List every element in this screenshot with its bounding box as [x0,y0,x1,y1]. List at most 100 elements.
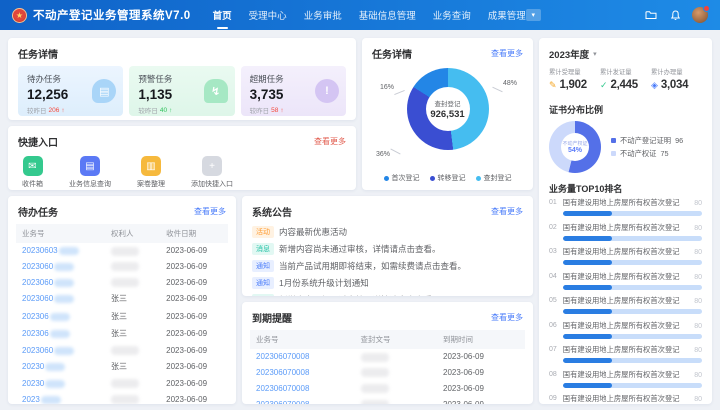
nav-item[interactable]: 业务查询 [433,8,471,22]
top10-label: 国有建设用地上房屋所有权首次登记 [563,394,680,404]
business-no-link[interactable]: 202306070008 [256,352,309,361]
quick-entry-item[interactable]: ✉ 收件箱 [22,156,43,189]
table-row: 2023060 张三 2023-06-09 [16,290,228,307]
announcement-text: 新增内容尚未通过审核，详情请点击查看。 [279,243,441,255]
donut-center-label: 不动产权证 [562,140,587,147]
rank-number: 02 [549,223,557,241]
nav-item[interactable]: 基础信息管理 [359,8,416,22]
business-no-link[interactable]: 202306070008 [256,400,309,404]
stat-subtext: 较昨日 40 ↑ [138,105,225,115]
pct-label-16: 16% [380,84,394,91]
announcement-item[interactable]: 通知 1月份系统升级计划通知 [242,274,533,291]
business-no-link[interactable]: 202306 [22,329,49,338]
legend-label: 转移登记 [438,173,466,183]
cert-donut: 不动产权证 54% [549,121,601,173]
legend-label: 不动产登记证明 [620,136,671,146]
business-no-link[interactable]: 202306 [22,312,49,321]
table-row: 202306070008 2023-06-09 [250,365,525,381]
emblem-logo-icon: ★ [12,8,27,23]
owner-cell [111,278,139,287]
business-no-link[interactable]: 20230 [22,379,44,388]
announcement-item[interactable]: 消息 新增内容已经通过审核，详情请点击查看。 [242,291,533,296]
announcement-tag: 消息 [252,294,274,296]
quick-entry-item[interactable]: ▥ 案卷整理 [137,156,165,189]
cert-distribution-title: 证书分布比例 [539,98,712,119]
stat-card[interactable]: 待办任务 12,256 较昨日 206 ↑ ▤ [18,66,123,116]
progress-bar-fill [563,211,612,216]
announcement-tag: 通知 [252,277,274,289]
user-avatar[interactable] [692,7,708,23]
owner-cell: 张三 [111,293,127,304]
business-no-link[interactable]: 20230603 [22,246,58,255]
top10-value: 80 [694,396,702,403]
col-header-date: 收件日期 [160,224,228,243]
business-no-link[interactable]: 2023060 [22,278,53,287]
top10-label: 国有建设用地上房屋所有权首次登记 [563,370,680,380]
top-navbar: ★ 不动产登记业务管理系统V7.0 首页受理中心业务审批基础信息管理业务查询成果… [0,0,720,30]
year-selector[interactable]: 2023年度 ▾ [539,38,712,65]
business-no-link[interactable]: 20230 [22,362,44,371]
col-header-biz-no: 业务号 [16,224,105,243]
donut-chart: 查封登记 926,531 48% 16% 36% [362,68,533,166]
legend-dot [384,176,389,181]
nav-item[interactable]: 业务审批 [304,8,342,22]
nav-item[interactable]: 首页 [213,8,232,22]
announcement-text: 1月份系统升级计划通知 [279,277,369,289]
top10-value: 80 [694,347,702,354]
announcement-tag: 消息 [252,243,274,255]
table-row: 20230 张三 2023-06-09 [16,358,228,375]
progress-bar-fill [563,358,612,363]
business-no-link[interactable]: 2023060 [22,294,53,303]
top10-item: 01 国有建设用地上房屋所有权首次登记 80 [539,198,712,216]
announcement-item[interactable]: 活动 内容最新优惠活动 [242,224,533,241]
quick-entry-item[interactable]: + 添加快捷入口 [191,156,233,189]
announcement-list: 活动 内容最新优惠活动 消息 新增内容尚未通过审核，详情请点击查看。 通知 当前… [242,224,533,296]
stat-subtext: 较昨日 58 ↑ [250,105,337,115]
legend-dot [611,138,616,143]
owner-cell [111,247,139,256]
rank-number: 01 [549,198,557,216]
system-announcements-panel: 系统公告 查看更多 活动 内容最新优惠活动 消息 新增内容尚未通过审核，详情请点… [242,196,533,296]
view-more-link[interactable]: 查看更多 [314,136,346,147]
view-more-link[interactable]: 查看更多 [491,312,523,323]
quick-entry-label: 业务信息查询 [69,179,111,189]
stat-card[interactable]: 超期任务 3,735 较昨日 58 ↑ ! [241,66,346,116]
announcement-tag: 通知 [252,260,274,272]
table-row: 2023060 2023-06-09 [16,275,228,291]
trend-up-arrow-icon: ↑ [61,107,64,114]
stat-label: 累计办理量 [651,67,702,76]
redacted-blur [54,263,74,271]
quick-entry-item[interactable]: ▤ 业务信息查询 [69,156,111,189]
leader-line [492,87,502,93]
announcement-item[interactable]: 通知 当前产品试用期即将结束，如需续费请点击查看。 [242,258,533,275]
bell-icon[interactable] [668,9,682,21]
folder-icon: ▥ [141,156,161,176]
business-no-link[interactable]: 2023060 [22,346,53,355]
top10-value: 80 [694,249,702,256]
view-more-link[interactable]: 查看更多 [194,206,226,217]
stat-card[interactable]: 预警任务 1,135 较昨日 40 ↑ ↯ [129,66,234,116]
business-no-link[interactable]: 2023 [22,395,40,404]
business-no-link[interactable]: 202306070008 [256,368,309,377]
nav-more-chevron-down-icon[interactable]: ▾ [526,9,541,21]
progress-bar-fill [563,236,612,241]
redacted-blur [50,313,70,321]
alarm-icon: ! [315,79,339,103]
announcement-item[interactable]: 消息 新增内容尚未通过审核，详情请点击查看。 [242,241,533,258]
view-more-link[interactable]: 查看更多 [491,48,523,59]
nav-item[interactable]: 受理中心 [249,8,287,22]
table-row: 202306 张三 2023-06-09 [16,308,228,325]
business-no-link[interactable]: 2023060 [22,262,53,271]
view-more-link[interactable]: 查看更多 [491,206,523,217]
stat-label: 累计发证量 [600,67,651,76]
redacted-blur [54,279,74,287]
top10-value: 80 [694,323,702,330]
folder-icon[interactable] [644,9,658,21]
task-details-panel: 任务详情 待办任务 12,256 较昨日 206 ↑ ▤ 预警任务 1,135 … [8,38,356,120]
legend-dot [611,151,616,156]
col-header-seal-doc-no: 查封文号 [355,330,438,349]
top10-item: 04 国有建设用地上房屋所有权首次登记 80 [539,272,712,290]
nav-item[interactable]: 成果管理 [488,8,526,22]
redacted-blur [41,396,61,404]
business-no-link[interactable]: 202306070008 [256,384,309,393]
